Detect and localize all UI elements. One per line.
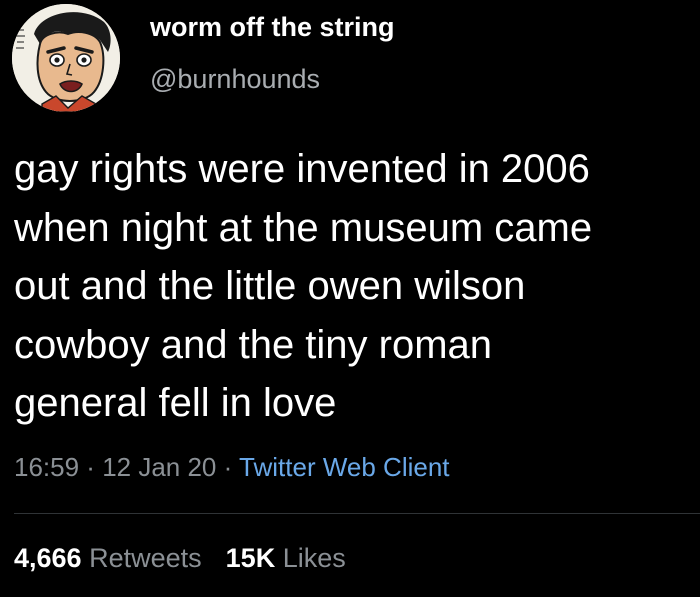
user-handle[interactable]: @burnhounds: [150, 64, 320, 95]
tweet-text-line: cowboy and the tiny roman: [14, 322, 493, 367]
tweet-text-line: when night at the museum came: [14, 205, 593, 250]
meta-separator: ·: [79, 452, 103, 482]
tweet-text-line: general fell in love: [14, 381, 337, 425]
tweet-text-line: out and the little owen wilson: [14, 264, 526, 308]
retweets-label: Retweets: [89, 543, 202, 573]
meta-separator: ·: [216, 452, 240, 482]
display-name[interactable]: worm off the string: [150, 12, 395, 43]
cartoon-face-icon: [12, 4, 120, 112]
tweet-meta: 16:59 · 12 Jan 20 · Twitter Web Client: [14, 452, 450, 483]
retweets-stat[interactable]: 4,666 Retweets: [14, 543, 202, 573]
tweet-time[interactable]: 16:59: [14, 452, 79, 482]
tweet-card: worm off the string @burnhounds gay righ…: [0, 0, 700, 597]
tweet-text-line: gay rights were invented in 2006: [14, 147, 590, 191]
likes-count: 15K: [225, 543, 276, 573]
likes-stat[interactable]: 15K Likes: [226, 543, 346, 573]
divider: [14, 513, 700, 514]
client-link[interactable]: Twitter Web Client: [239, 452, 449, 482]
tweet-date[interactable]: 12 Jan 20: [102, 452, 216, 482]
likes-label: Likes: [282, 543, 346, 573]
avatar[interactable]: [12, 4, 120, 112]
retweets-count: 4,666: [14, 543, 82, 573]
tweet-text: gay rights were invented in 2006 when ni…: [14, 140, 694, 433]
engagement-stats: 4,666 Retweets 15K Likes: [14, 543, 346, 574]
